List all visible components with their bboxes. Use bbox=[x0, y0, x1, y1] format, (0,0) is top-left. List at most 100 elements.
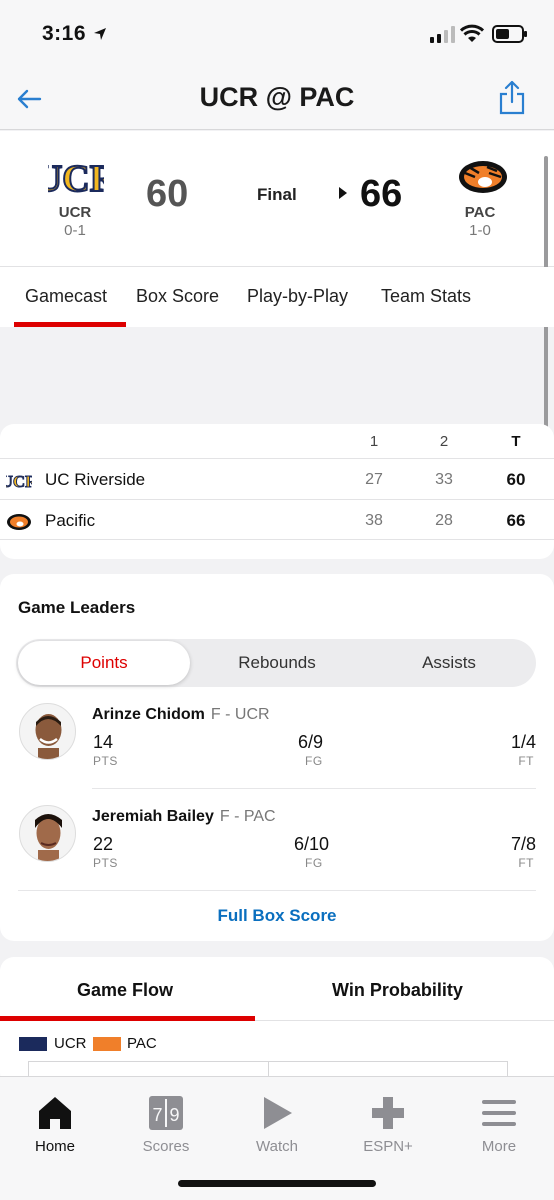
tab-gamecast[interactable]: Gamecast bbox=[25, 286, 107, 307]
player-avatar bbox=[19, 703, 76, 760]
legend-swatch-ucr bbox=[19, 1037, 47, 1051]
legend-label-pac: PAC bbox=[127, 1035, 157, 1052]
svg-text:7: 7 bbox=[152, 1105, 162, 1125]
tab-home[interactable]: Home bbox=[0, 1087, 110, 1157]
wifi-icon bbox=[460, 24, 484, 42]
scoreboard-icon: 7 9 bbox=[149, 1096, 183, 1130]
tab-box-score[interactable]: Box Score bbox=[136, 286, 219, 307]
leader-row[interactable]: Jeremiah Bailey F - PAC 22 PTS 6/10 FG 7/… bbox=[0, 802, 554, 904]
game-flow-card: Game Flow Win Probability UCR PAC bbox=[0, 957, 554, 1091]
stat-value-pts: 22 bbox=[93, 834, 114, 854]
legend-label-ucr: UCR bbox=[54, 1035, 87, 1052]
tab-play-by-play[interactable]: Play-by-Play bbox=[247, 286, 348, 307]
period-score: 27 bbox=[365, 471, 383, 488]
status-time: 3:16 bbox=[42, 22, 87, 45]
plus-icon bbox=[372, 1097, 404, 1129]
leader-row[interactable]: Arinze Chidom F - UCR 14 PTS 6/9 FG 1/4 F… bbox=[0, 700, 554, 802]
tab-espn-plus[interactable]: ESPN+ bbox=[333, 1087, 443, 1157]
stat-value-ft: 1/4 bbox=[510, 732, 536, 752]
tab-more[interactable]: More bbox=[444, 1087, 554, 1157]
tab-watch[interactable]: Watch bbox=[222, 1087, 332, 1157]
player-name: Jeremiah Bailey bbox=[92, 808, 214, 825]
segment-rebounds[interactable]: Rebounds bbox=[191, 653, 363, 673]
linescore-header-period-1: 1 bbox=[369, 433, 379, 450]
stat-value-fg: 6/10 bbox=[294, 834, 330, 854]
menu-icon bbox=[482, 1100, 516, 1126]
tab-win-probability[interactable]: Win Probability bbox=[332, 980, 463, 1001]
linescore-header-total: T bbox=[511, 433, 521, 450]
pacific-tiger-logo-icon bbox=[7, 514, 31, 530]
active-tab-indicator bbox=[14, 322, 126, 327]
game-tabs: Gamecast Box Score Play-by-Play Team Sta… bbox=[0, 267, 554, 327]
stat-value-fg: 6/9 bbox=[298, 732, 324, 752]
full-box-score-link[interactable]: Full Box Score bbox=[0, 906, 554, 926]
ucr-logo-icon: UCR bbox=[6, 472, 32, 492]
period-score: 38 bbox=[365, 512, 383, 529]
tab-scores[interactable]: 7 9 Scores bbox=[111, 1087, 221, 1157]
team-name: UC Riverside bbox=[45, 470, 146, 489]
location-arrow-icon bbox=[94, 28, 106, 40]
stat-label-pts: PTS bbox=[93, 856, 118, 870]
player-name-line: Jeremiah Bailey F - PAC bbox=[92, 808, 276, 826]
home-score: 66 bbox=[360, 173, 403, 215]
section-title: Game Leaders bbox=[18, 598, 136, 617]
away-team-record: 0-1 bbox=[64, 222, 86, 239]
legend-swatch-pac bbox=[93, 1037, 121, 1051]
segment-assists[interactable]: Assists bbox=[363, 653, 535, 673]
home-icon bbox=[39, 1097, 71, 1129]
navigation-bar: UCR @ PAC bbox=[0, 66, 554, 130]
tab-label: ESPN+ bbox=[363, 1138, 413, 1155]
cellular-signal-icon bbox=[430, 26, 455, 43]
stat-label-fg: FG bbox=[305, 754, 323, 768]
status-bar: 3:16 bbox=[0, 0, 554, 66]
stat-label-fg: FG bbox=[305, 856, 323, 870]
player-name-line: Arinze Chidom F - UCR bbox=[92, 706, 270, 724]
svg-text:UCR: UCR bbox=[48, 158, 104, 200]
stat-label-ft: FT bbox=[518, 754, 534, 768]
total-score: 66 bbox=[506, 511, 526, 530]
leaders-segmented-control: Points Rebounds Assists bbox=[16, 639, 536, 687]
period-score: 28 bbox=[435, 512, 453, 529]
tab-team-stats[interactable]: Team Stats bbox=[381, 286, 471, 307]
scoreboard: UCR UCR 0-1 60 Final 66 PAC 1-0 bbox=[0, 131, 554, 267]
tab-game-flow[interactable]: Game Flow bbox=[77, 980, 173, 1001]
row-divider bbox=[18, 890, 536, 891]
tab-label: More bbox=[481, 1138, 517, 1155]
player-avatar bbox=[19, 805, 76, 862]
tab-label: Watch bbox=[256, 1138, 298, 1155]
player-position: F - UCR bbox=[210, 706, 270, 723]
share-icon[interactable] bbox=[498, 80, 526, 116]
svg-text:9: 9 bbox=[169, 1105, 179, 1125]
tab-label: Home bbox=[34, 1138, 75, 1155]
play-icon bbox=[264, 1097, 292, 1129]
home-indicator[interactable] bbox=[178, 1180, 376, 1187]
player-name: Arinze Chidom bbox=[92, 706, 205, 723]
game-leaders-card: Game Leaders Points Rebounds Assists Ari… bbox=[0, 574, 554, 941]
active-tab-indicator bbox=[0, 1016, 255, 1021]
period-score: 33 bbox=[435, 471, 453, 488]
segment-points[interactable]: Points bbox=[18, 653, 190, 673]
stat-label-ft: FT bbox=[518, 856, 534, 870]
ucr-logo-icon: UCR bbox=[48, 157, 104, 201]
tab-label: Scores bbox=[142, 1138, 190, 1155]
game-status: Final bbox=[257, 185, 297, 204]
away-team-abbr: UCR bbox=[58, 204, 92, 221]
row-divider bbox=[92, 788, 536, 789]
svg-text:UCR: UCR bbox=[6, 472, 32, 491]
stat-value-ft: 7/8 bbox=[510, 834, 536, 854]
away-score: 60 bbox=[146, 173, 189, 215]
battery-icon bbox=[492, 25, 527, 43]
total-score: 60 bbox=[506, 470, 526, 489]
player-headshot-icon bbox=[35, 714, 62, 759]
pacific-tiger-logo-icon bbox=[459, 161, 507, 193]
linescore-header-period-2: 2 bbox=[439, 433, 449, 450]
stat-value-pts: 14 bbox=[93, 732, 114, 752]
linescore-row-pac[interactable]: Pacific 38 28 66 bbox=[0, 499, 554, 540]
linescore-row-ucr[interactable]: UCR UC Riverside 27 33 60 bbox=[0, 458, 554, 499]
team-name: Pacific bbox=[45, 511, 96, 530]
linescore-card: 1 2 T UCR UC Riverside 27 33 60 Pacific … bbox=[0, 424, 554, 559]
player-headshot-icon bbox=[35, 814, 62, 861]
winner-arrow-icon bbox=[339, 187, 347, 199]
home-team-abbr: PAC bbox=[464, 204, 496, 221]
home-team-record: 1-0 bbox=[469, 222, 491, 239]
